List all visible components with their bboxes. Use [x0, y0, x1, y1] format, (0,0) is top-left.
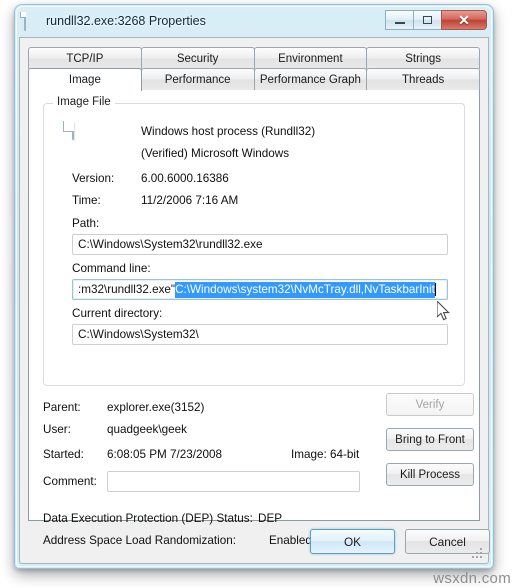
file-description: Windows host process (Rundll32) [141, 125, 316, 138]
tab-strip: TCP/IP Security Environment Strings Imag… [28, 47, 480, 91]
parent-value: explorer.exe(3152) [107, 401, 205, 414]
tab-row-lower: Image Performance Performance Graph Thre… [28, 68, 480, 91]
tab-threads[interactable]: Threads [366, 68, 480, 90]
command-line-selection: C:\Windows\system32\NvMcTray.dll,NvTaskb… [175, 281, 435, 298]
image-file-group-label: Image File [53, 96, 115, 108]
tab-tcpip[interactable]: TCP/IP [28, 47, 142, 69]
parent-label: Parent: [43, 401, 81, 414]
comment-label: Comment: [43, 475, 97, 488]
file-document-icon [72, 121, 102, 160]
time-value: 11/2/2006 7:16 AM [141, 194, 239, 207]
caption-buttons: ✕ [385, 10, 487, 30]
ok-button[interactable]: OK [310, 529, 395, 554]
started-label: Started: [43, 448, 84, 461]
tab-security[interactable]: Security [140, 47, 255, 69]
watermark: wsxdn.com [433, 570, 511, 587]
window-title: rundll32.exe:3268 Properties [46, 14, 206, 28]
comment-input[interactable] [107, 471, 360, 492]
command-line-input[interactable]: :m32\rundll32.exe" C:\Windows\system32\Nv… [72, 279, 448, 300]
properties-window: rundll32.exe:3268 Properties ✕ TCP/IP Se… [14, 4, 494, 569]
tab-image[interactable]: Image [28, 68, 142, 91]
maximize-icon [423, 16, 432, 24]
tab-page-image: Image File Windows host process (Rundll3… [28, 90, 480, 547]
user-value: quadgeek\geek [107, 423, 187, 436]
bring-to-front-button[interactable]: Bring to Front [386, 428, 474, 451]
text-caret [434, 283, 436, 296]
verify-button[interactable]: Verify [386, 393, 474, 416]
user-label: User: [43, 423, 71, 436]
current-directory-label: Current directory: [72, 307, 163, 320]
dialog-client-area: TCP/IP Security Environment Strings Imag… [19, 37, 490, 564]
time-label: Time: [72, 194, 101, 207]
resize-grip[interactable] [471, 547, 482, 558]
dialog-button-bar: OK Cancel [20, 521, 490, 563]
started-value: 6:08:05 PM 7/23/2008 [107, 448, 223, 461]
tab-performance-graph[interactable]: Performance Graph [253, 68, 368, 90]
close-button[interactable]: ✕ [441, 10, 487, 30]
image-bitness-value: Image: 64-bit [291, 448, 360, 461]
minimize-button[interactable] [385, 10, 413, 30]
file-publisher: (Verified) Microsoft Windows [141, 147, 290, 160]
document-icon [24, 11, 39, 31]
command-line-prefix: :m32\rundll32.exe" [78, 283, 176, 296]
version-value: 6.00.6000.16386 [141, 172, 229, 185]
current-directory-input[interactable]: C:\Windows\System32\ [72, 324, 448, 345]
tab-row-upper: TCP/IP Security Environment Strings [28, 47, 480, 69]
command-line-label: Command line: [72, 262, 151, 275]
image-file-groupbox: Image File Windows host process (Rundll3… [43, 96, 465, 386]
path-input[interactable]: C:\Windows\System32\rundll32.exe [72, 234, 448, 255]
maximize-button[interactable] [413, 10, 441, 30]
screenshot-root: rundll32.exe:3268 Properties ✕ TCP/IP Se… [0, 0, 514, 588]
kill-process-button[interactable]: Kill Process [386, 463, 474, 486]
minimize-icon [394, 22, 405, 24]
tab-strings[interactable]: Strings [366, 47, 480, 69]
path-label: Path: [72, 217, 100, 230]
tab-environment[interactable]: Environment [253, 47, 368, 69]
tab-performance[interactable]: Performance [140, 68, 255, 90]
version-label: Version: [72, 172, 115, 185]
close-icon: ✕ [458, 12, 470, 28]
